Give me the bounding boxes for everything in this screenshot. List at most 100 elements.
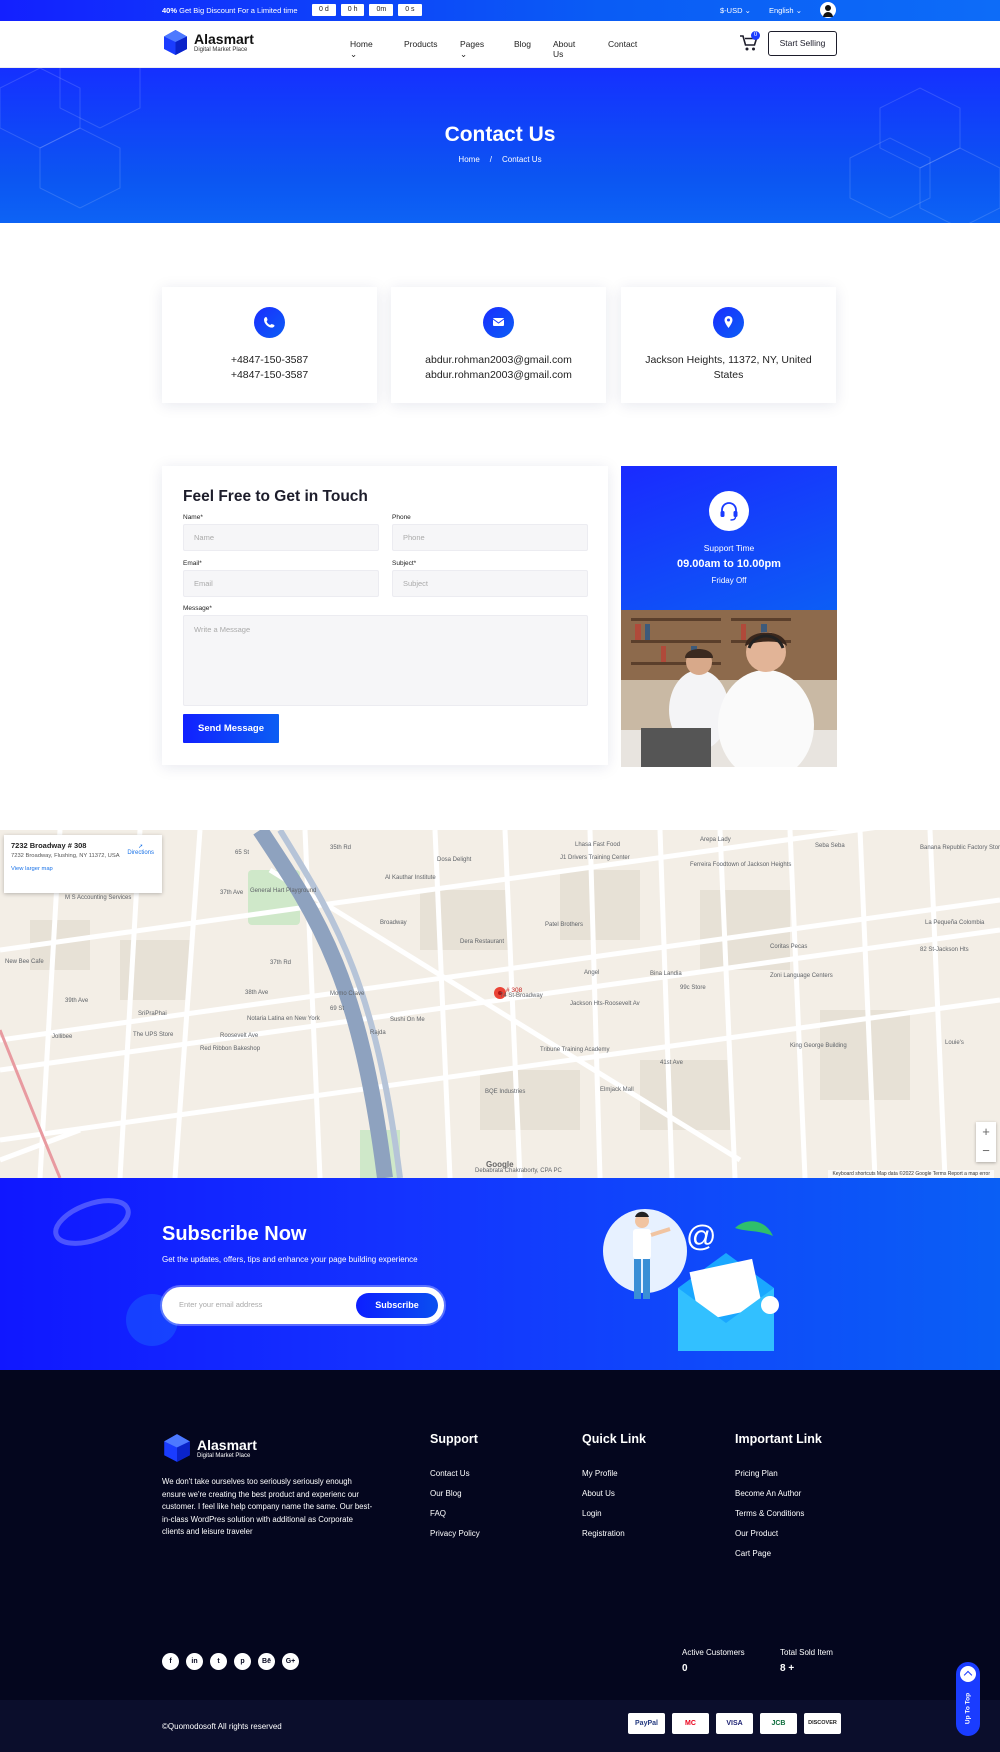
language-select[interactable]: English ⌄ <box>769 6 802 15</box>
footer-link[interactable]: Become An Author <box>735 1489 822 1498</box>
message-textarea[interactable]: Write a Message <box>183 615 588 706</box>
map-label: Notaria Latina en New York <box>247 1016 320 1022</box>
brand-name: Alasmart <box>194 31 254 47</box>
form-title: Feel Free to Get in Touch <box>183 488 368 505</box>
phone-number-2[interactable]: +4847-150-3587 <box>172 368 367 383</box>
site-logo[interactable]: Alasmart Digital Market Place <box>162 29 254 56</box>
map-label: Jollibee <box>52 1034 73 1040</box>
nav-about-us[interactable]: About Us <box>553 39 575 59</box>
map-label: New Bee Cafe <box>5 959 44 965</box>
nav-blog[interactable]: Blog <box>514 39 531 49</box>
support-note: Friday Off <box>711 576 747 585</box>
map-label: 37th Rd <box>270 960 292 966</box>
map-label: 38th Ave <box>245 990 269 996</box>
stat-total-sold: Total Sold Item 8 + <box>780 1648 833 1674</box>
email-icon <box>483 307 514 338</box>
map-place-card: 7232 Broadway # 308 7232 Broadway, Flush… <box>4 835 162 893</box>
logo-icon <box>164 1434 190 1462</box>
subscribe-email-input[interactable]: Enter your email address <box>179 1300 262 1309</box>
map-label: 69 St <box>330 1006 345 1012</box>
breadcrumb-home[interactable]: Home <box>458 155 479 164</box>
map-label: 39th Ave <box>65 998 89 1004</box>
map-label: The UPS Store <box>133 1032 174 1038</box>
page-title: Contact Us <box>444 123 556 146</box>
site-footer: Alasmart Digital Market Place We don't ta… <box>0 1370 1000 1700</box>
up-to-top-button[interactable]: Up To Top <box>956 1662 980 1736</box>
phone-label: Phone <box>392 514 411 521</box>
footer-link[interactable]: FAQ <box>430 1509 480 1518</box>
footer-link[interactable]: Privacy Policy <box>430 1529 480 1538</box>
footer-link[interactable]: Pricing Plan <box>735 1469 822 1478</box>
footer-logo[interactable]: Alasmart Digital Market Place <box>162 1433 257 1463</box>
email-address-2[interactable]: abdur.rohman2003@gmail.com <box>401 368 596 383</box>
footer-link[interactable]: Our Blog <box>430 1489 480 1498</box>
footer-link[interactable]: Cart Page <box>735 1549 822 1558</box>
email-address-1[interactable]: abdur.rohman2003@gmail.com <box>401 353 596 368</box>
name-input[interactable]: Name <box>183 524 379 551</box>
subject-label: Subject* <box>392 560 417 567</box>
footer-link[interactable]: Contact Us <box>430 1469 480 1478</box>
map-label: Dosa Delight <box>437 857 472 863</box>
map-label: Momo Crave <box>330 991 365 997</box>
map-label: Patel Brothers <box>545 922 584 928</box>
map-label: Jackson Hts-Roosevelt Av <box>570 1001 640 1007</box>
chevron-down-icon: ⌄ <box>460 49 468 59</box>
nav-home[interactable]: Home ⌄ <box>350 39 373 60</box>
chevron-down-icon: ⌄ <box>795 6 802 15</box>
cart-icon[interactable]: 0 <box>739 31 760 52</box>
address-text: Jackson Heights, 11372, NY, United State… <box>645 354 812 381</box>
logo-icon <box>164 30 187 55</box>
map-label: Angel <box>584 970 600 976</box>
twitter-icon[interactable]: t <box>210 1653 227 1670</box>
linkedin-icon[interactable]: in <box>186 1653 203 1670</box>
email-input[interactable]: Email <box>183 570 379 597</box>
zoom-out-button[interactable]: − <box>976 1141 996 1160</box>
phone-number-1[interactable]: +4847-150-3587 <box>172 353 367 368</box>
subscribe-title: Subscribe Now <box>162 1223 307 1245</box>
map-label: Rajda <box>370 1030 386 1036</box>
google-plus-icon[interactable]: G+ <box>282 1653 299 1670</box>
discover-icon: DISCOVER <box>804 1713 841 1734</box>
subscribe-section: @ Subscribe Now Get the updates, offers,… <box>0 1178 1000 1370</box>
map-footer-links[interactable]: Keyboard shortcuts Map data ©2022 Google… <box>828 1170 994 1178</box>
currency-select[interactable]: $-USD ⌄ <box>720 6 751 15</box>
start-selling-button[interactable]: Start Selling <box>768 31 837 56</box>
directions-link[interactable]: ➚ Directions <box>127 843 154 856</box>
nav-pages[interactable]: Pages ⌄ <box>460 39 484 60</box>
name-label: Name* <box>183 514 203 521</box>
zoom-in-button[interactable]: + <box>976 1122 996 1141</box>
footer-support-column: Support Contact Us Our Blog FAQ Privacy … <box>430 1432 480 1549</box>
footer-link[interactable]: Terms & Conditions <box>735 1509 822 1518</box>
timer-seconds: 0 s <box>398 4 422 16</box>
google-map[interactable]: 35th Rd 37th Ave Broadway 37th Rd 38th Ave 39… <box>0 830 1000 1178</box>
send-message-button[interactable]: Send Message <box>183 714 279 743</box>
map-label: SriPraPhai <box>138 1011 167 1017</box>
footer-link[interactable]: Registration <box>582 1529 646 1538</box>
map-label: 65 St <box>235 850 250 856</box>
phone-input[interactable]: Phone <box>392 524 588 551</box>
facebook-icon[interactable]: f <box>162 1653 179 1670</box>
page-hero-banner: Contact Us Home / Contact Us <box>0 68 1000 223</box>
nav-contact[interactable]: Contact <box>608 39 637 49</box>
map-label: General Hart Playground <box>250 888 317 894</box>
subject-input[interactable]: Subject <box>392 570 588 597</box>
pinterest-icon[interactable]: p <box>234 1653 251 1670</box>
nav-products[interactable]: Products <box>404 39 438 49</box>
map-pin-label: # 308 <box>506 987 523 994</box>
phone-card: +4847-150-3587 +4847-150-3587 <box>162 287 377 403</box>
footer-brand-name: Alasmart <box>197 1436 257 1453</box>
footer-link[interactable]: Our Product <box>735 1529 822 1538</box>
user-avatar-icon[interactable] <box>820 2 836 18</box>
contact-form: Feel Free to Get in Touch Name* Name Pho… <box>162 466 608 765</box>
footer-link[interactable]: Login <box>582 1509 646 1518</box>
footer-link[interactable]: About Us <box>582 1489 646 1498</box>
breadcrumb-current: Contact Us <box>502 155 542 164</box>
behance-icon[interactable]: Bē <box>258 1653 275 1670</box>
map-address-full: 7232 Broadway, Flushing, NY 11372, USA <box>11 853 120 859</box>
view-larger-map-link[interactable]: View larger map <box>11 866 155 872</box>
subscribe-button[interactable]: Subscribe <box>356 1293 438 1318</box>
map-label: Ferreira Foodtown of Jackson Heights <box>690 862 792 868</box>
email-label: Email* <box>183 560 202 567</box>
support-label: Support Time <box>703 543 755 553</box>
footer-link[interactable]: My Profile <box>582 1469 646 1478</box>
